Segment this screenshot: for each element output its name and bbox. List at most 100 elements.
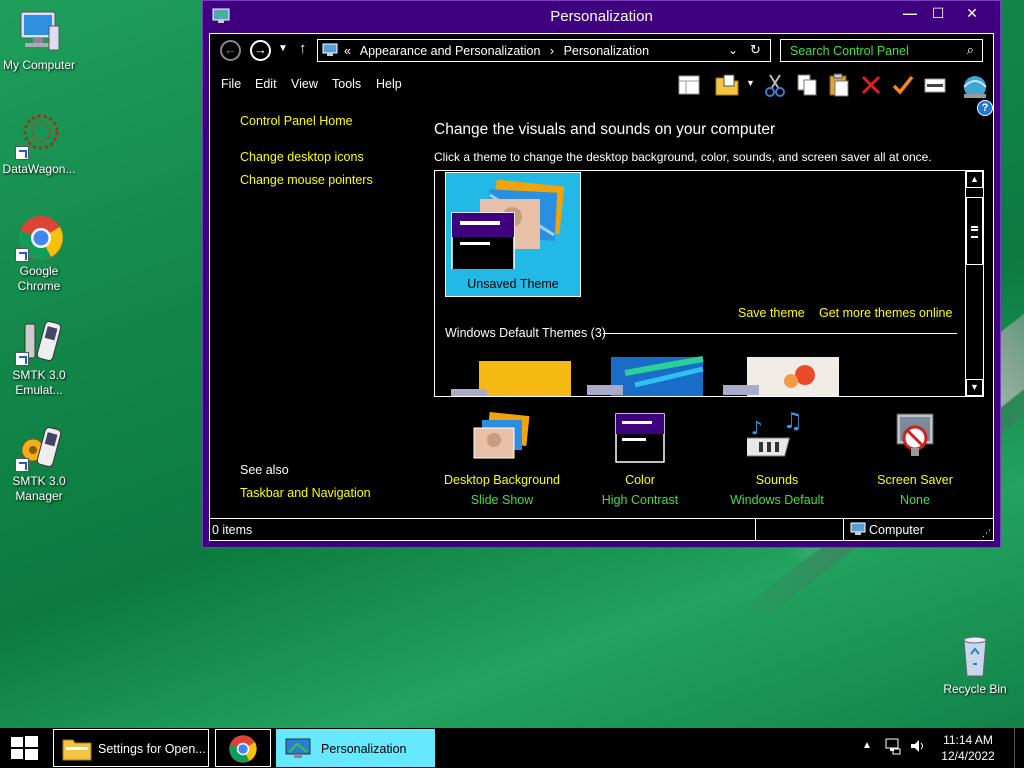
- taskbar-button-label: Personalization: [321, 742, 407, 756]
- chevron-up-icon: ▲: [970, 174, 979, 184]
- scroll-up-button[interactable]: ▲: [966, 171, 983, 188]
- close-button[interactable]: ✕: [957, 3, 987, 23]
- theme-globe-icon[interactable]: [960, 70, 990, 100]
- address-dropdown[interactable]: ⌄: [728, 43, 738, 57]
- desktop-icon-google-chrome[interactable]: Google Chrome: [0, 214, 78, 294]
- menu-view[interactable]: View: [291, 77, 318, 91]
- datawagon-icon: [15, 112, 63, 160]
- status-separator: [843, 519, 844, 541]
- folder-icon: [62, 736, 92, 762]
- help-icon[interactable]: ?: [977, 100, 993, 116]
- title-bar[interactable]: Personalization — ☐ ✕: [203, 1, 1000, 33]
- link-control-panel-home[interactable]: Control Panel Home: [240, 114, 353, 128]
- computer-icon: [15, 8, 63, 56]
- breadcrumb: « Appearance and Personalization › Perso…: [344, 44, 655, 58]
- properties-icon[interactable]: [890, 72, 916, 98]
- status-location: Computer: [869, 523, 924, 537]
- windows-logo-icon: [11, 736, 38, 760]
- color-setting[interactable]: Color High Contrast: [570, 410, 710, 510]
- network-icon[interactable]: [884, 737, 902, 755]
- get-more-themes-link[interactable]: Get more themes online: [819, 306, 952, 320]
- theme-thumbnail-windows[interactable]: [449, 355, 589, 397]
- sounds-setting[interactable]: ♪ ♫ Sounds Windows Default: [707, 409, 847, 510]
- maximize-button[interactable]: ☐: [923, 3, 953, 23]
- theme-thumbnail-lines[interactable]: [585, 351, 725, 397]
- taskbar-button-settings[interactable]: Settings for Open...: [53, 729, 209, 767]
- desktop-icon-smtk-manager[interactable]: SMTK 3.0 Manager: [0, 424, 78, 504]
- menu-help[interactable]: Help: [376, 77, 402, 91]
- window-body: ← → ▼ ↑ « Appearance and Personalization…: [209, 33, 994, 541]
- show-hidden-icons-button[interactable]: ▲: [862, 740, 872, 751]
- svg-text:♪: ♪: [751, 418, 763, 439]
- show-desktop-button[interactable]: [1014, 728, 1024, 768]
- taskbar: Settings for Open... Personalization ▲ 1…: [0, 728, 1024, 768]
- theme-list-scrollbar[interactable]: ▲ ▼: [965, 171, 983, 396]
- search-icon[interactable]: ⌕: [967, 42, 974, 58]
- folder-options-dropdown[interactable]: ▼: [746, 78, 755, 88]
- layout-icon[interactable]: [676, 72, 702, 98]
- minimize-button[interactable]: —: [895, 3, 925, 23]
- breadcrumb-appearance[interactable]: Appearance and Personalization: [360, 44, 541, 58]
- shortcut-arrow-icon: [15, 458, 29, 472]
- chevron-down-icon: ⌄: [728, 43, 739, 57]
- address-bar[interactable]: « Appearance and Personalization › Perso…: [317, 39, 771, 62]
- desktop-icon-datawagon[interactable]: DataWagon...: [0, 112, 78, 177]
- taskbar-button-chrome[interactable]: [215, 729, 271, 767]
- breadcrumb-separator-icon[interactable]: ›: [550, 44, 554, 58]
- start-button[interactable]: [0, 728, 48, 768]
- taskbar-button-label: Settings for Open...: [98, 742, 206, 756]
- desktop-icon-label: SMTK 3.0 Emulat...: [12, 368, 66, 397]
- breadcrumb-personalization[interactable]: Personalization: [564, 44, 649, 58]
- theme-thumbnail-flowers[interactable]: [721, 351, 861, 397]
- theme-tile-unsaved[interactable]: Unsaved Theme: [445, 172, 581, 297]
- desktop-background-setting[interactable]: Desktop Background Slide Show: [432, 410, 572, 510]
- paste-icon[interactable]: [826, 72, 852, 98]
- menu-file[interactable]: File: [221, 77, 241, 91]
- section-divider: [603, 333, 957, 334]
- screen-saver-setting[interactable]: Screen Saver None: [845, 410, 985, 510]
- clock[interactable]: 11:14 AM 12/4/2022: [936, 732, 1000, 764]
- window-title: Personalization: [550, 8, 653, 25]
- link-taskbar-and-navigation[interactable]: Taskbar and Navigation: [240, 486, 371, 500]
- desktop-icon-my-computer[interactable]: My Computer: [0, 8, 78, 73]
- shortcut-arrow-icon: [15, 146, 29, 160]
- desktop-icon-smtk-emulator[interactable]: SMTK 3.0 Emulat...: [0, 318, 78, 398]
- resize-grip-icon[interactable]: ⋰: [982, 528, 991, 539]
- theme-name: Unsaved Theme: [467, 277, 559, 291]
- folder-options-icon[interactable]: [714, 72, 740, 98]
- color-swatch-icon: [610, 410, 670, 466]
- preview-pane-icon[interactable]: [922, 72, 948, 98]
- forward-button[interactable]: →: [250, 40, 271, 61]
- volume-icon[interactable]: [909, 737, 927, 755]
- link-change-mouse-pointers[interactable]: Change mouse pointers: [240, 173, 373, 187]
- menu-tools[interactable]: Tools: [332, 77, 361, 91]
- clock-time: 11:14 AM: [943, 733, 993, 747]
- sounds-icon: ♪ ♫: [740, 409, 807, 466]
- desktop-icon-recycle-bin[interactable]: Recycle Bin: [936, 632, 1014, 697]
- refresh-button[interactable]: ↻: [750, 42, 761, 58]
- theme-preview-icon: [451, 179, 565, 269]
- delete-icon[interactable]: [858, 72, 884, 98]
- cut-icon[interactable]: [762, 72, 788, 98]
- back-button[interactable]: ←: [220, 40, 241, 61]
- taskbar-button-personalization[interactable]: Personalization: [276, 729, 435, 767]
- search-input[interactable]: [781, 40, 956, 61]
- desktop-background-icon: [472, 410, 532, 466]
- shortcut-arrow-icon: [15, 352, 29, 366]
- maximize-icon: ☐: [931, 5, 945, 21]
- svg-text:♫: ♫: [783, 410, 803, 434]
- copy-icon[interactable]: [794, 72, 820, 98]
- phone-emulator-icon: [15, 318, 63, 366]
- status-bar: 0 items Computer ⋰: [210, 518, 993, 541]
- chrome-icon: [15, 214, 63, 262]
- menu-edit[interactable]: Edit: [255, 77, 277, 91]
- breadcrumb-overflow[interactable]: «: [344, 44, 351, 58]
- recent-pages-dropdown[interactable]: ▼: [278, 43, 288, 54]
- chevron-down-icon: ▼: [746, 78, 755, 88]
- link-change-desktop-icons[interactable]: Change desktop icons: [240, 150, 364, 164]
- up-button[interactable]: ↑: [299, 40, 307, 57]
- scroll-thumb[interactable]: [966, 197, 983, 265]
- save-theme-link[interactable]: Save theme: [738, 306, 805, 320]
- search-box[interactable]: ⌕: [780, 39, 983, 62]
- scroll-down-button[interactable]: ▼: [966, 379, 983, 396]
